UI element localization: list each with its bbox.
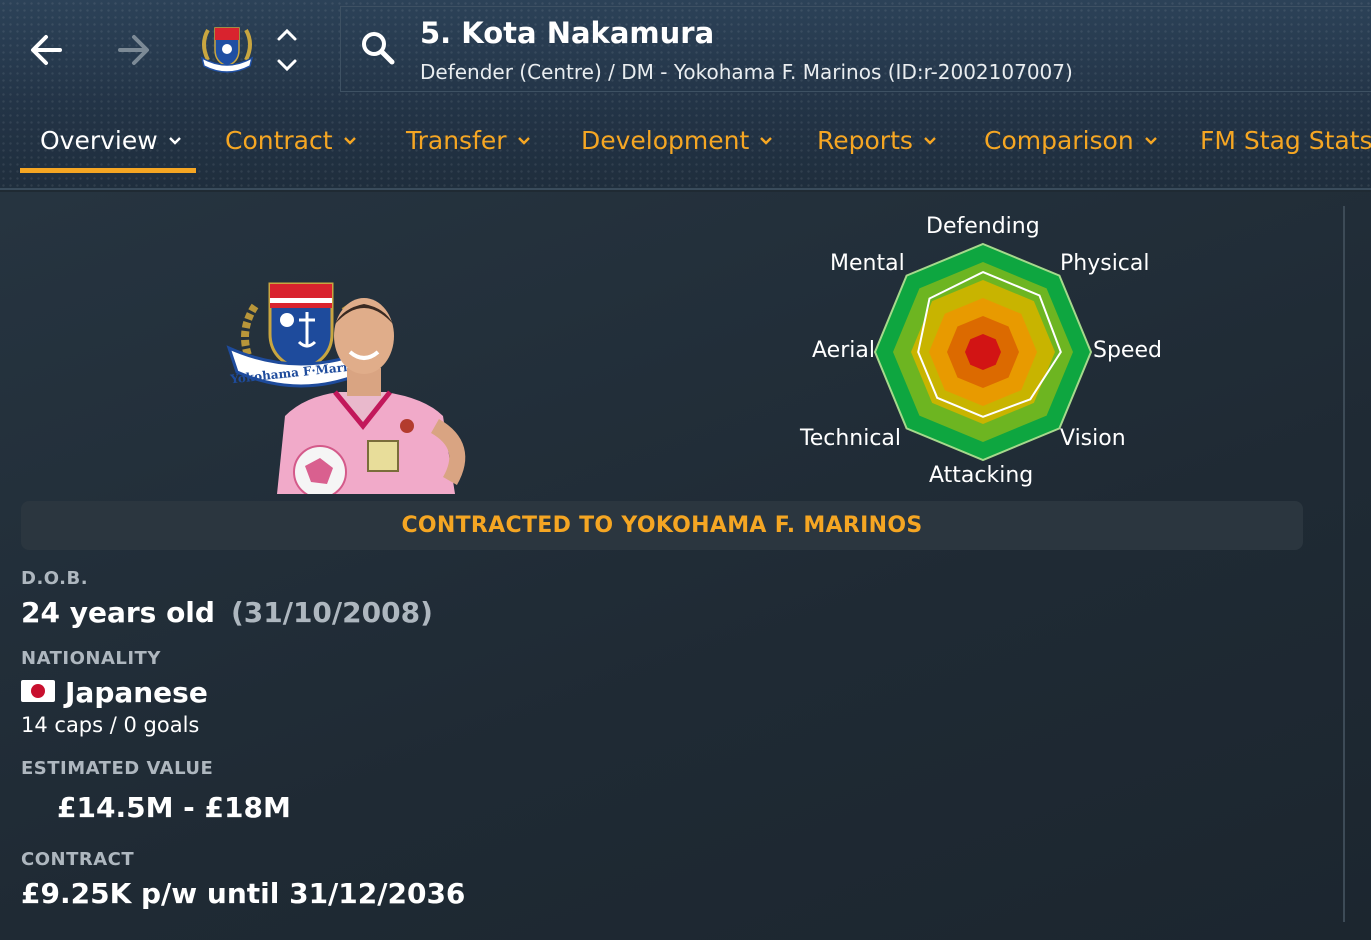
estimated-value-label: ESTIMATED VALUE — [21, 758, 214, 779]
radar-label-attacking: Attacking — [929, 463, 1034, 488]
radar-label-vision: Vision — [1060, 426, 1126, 451]
dob-label: D.O.B. — [21, 568, 89, 589]
tab-fm-stag-stats[interactable]: FM Stag Stats — [1200, 126, 1371, 155]
tab-contract[interactable]: Contract — [225, 126, 357, 155]
chevron-down-icon — [1144, 136, 1157, 145]
chevron-down-icon — [168, 136, 181, 145]
search-button[interactable] — [358, 28, 398, 68]
player-switcher[interactable] — [272, 24, 302, 76]
contract-label: CONTRACT — [21, 849, 135, 870]
tab-label: Contract — [225, 126, 333, 155]
nationality-text: Japanese — [65, 676, 208, 709]
radar-label-aerial: Aerial — [812, 338, 875, 363]
contract-status-text: CONTRACTED TO YOKOHAMA F. MARINOS — [401, 513, 923, 538]
tab-label: Overview — [40, 126, 158, 155]
chevron-down-icon — [343, 136, 356, 145]
dob-value: (31/10/2008) — [230, 596, 433, 629]
player-subtitle: Defender (Centre) / DM - Yokohama F. Mar… — [420, 60, 1073, 84]
tab-label: Transfer — [406, 126, 507, 155]
estimated-value: £14.5M - £18M — [57, 791, 291, 824]
tab-bar: Overview Contract Transfer Development R… — [20, 118, 1371, 178]
radar-ring-5 — [965, 334, 1001, 370]
forward-button[interactable] — [112, 28, 156, 72]
tab-transfer[interactable]: Transfer — [406, 126, 531, 155]
chevron-down-icon — [924, 136, 936, 145]
nationality-value[interactable]: Japanese — [21, 676, 208, 709]
tab-label: Reports — [817, 126, 913, 155]
contract-value: £9.25K p/w until 31/12/2036 — [21, 877, 466, 910]
club-badge-icon — [200, 27, 254, 73]
club-badge[interactable] — [194, 22, 260, 76]
age-text: 24 years old — [21, 596, 215, 629]
radar-layers — [873, 242, 1093, 462]
back-button[interactable] — [24, 28, 68, 72]
tab-overview[interactable]: Overview — [40, 126, 182, 155]
attribute-radar: Defending Physical Speed Vision Attackin… — [790, 210, 1190, 500]
tab-label: Comparison — [984, 126, 1134, 155]
player-name: 5. Kota Nakamura — [420, 16, 715, 50]
active-tab-indicator — [20, 168, 196, 173]
radar-label-defending: Defending — [926, 214, 1040, 239]
radar-label-mental: Mental — [830, 251, 905, 276]
arrow-right-icon — [118, 35, 149, 65]
age-value: 24 years old (31/10/2008) — [21, 596, 433, 629]
tab-label: FM Stag Stats — [1200, 126, 1371, 155]
player-photo-icon: Yokohama F·Marinos — [226, 282, 466, 499]
contract-status-banner: CONTRACTED TO YOKOHAMA F. MARINOS — [21, 501, 1303, 550]
arrow-left-icon — [31, 35, 62, 65]
tab-reports[interactable]: Reports — [817, 126, 937, 155]
tab-label: Development — [581, 126, 750, 155]
tab-development[interactable]: Development — [581, 126, 773, 155]
chevron-down-icon — [517, 136, 530, 145]
chevron-up-down-icon — [277, 28, 297, 72]
radar-label-technical: Technical — [800, 426, 902, 451]
international-caps: 14 caps / 0 goals — [21, 713, 200, 737]
japan-flag-icon — [21, 680, 55, 702]
search-icon — [362, 32, 395, 65]
player-header: 5. Kota Nakamura Defender (Centre) / DM … — [0, 0, 1371, 190]
radar-label-physical: Physical — [1060, 251, 1150, 276]
tab-comparison[interactable]: Comparison — [984, 126, 1158, 155]
player-picture: Yokohama F·Marinos — [225, 276, 490, 499]
radar-label-speed: Speed — [1093, 338, 1162, 363]
nationality-label: NATIONALITY — [21, 648, 161, 669]
chevron-down-icon — [760, 136, 773, 145]
scrollbar[interactable] — [1343, 206, 1345, 922]
